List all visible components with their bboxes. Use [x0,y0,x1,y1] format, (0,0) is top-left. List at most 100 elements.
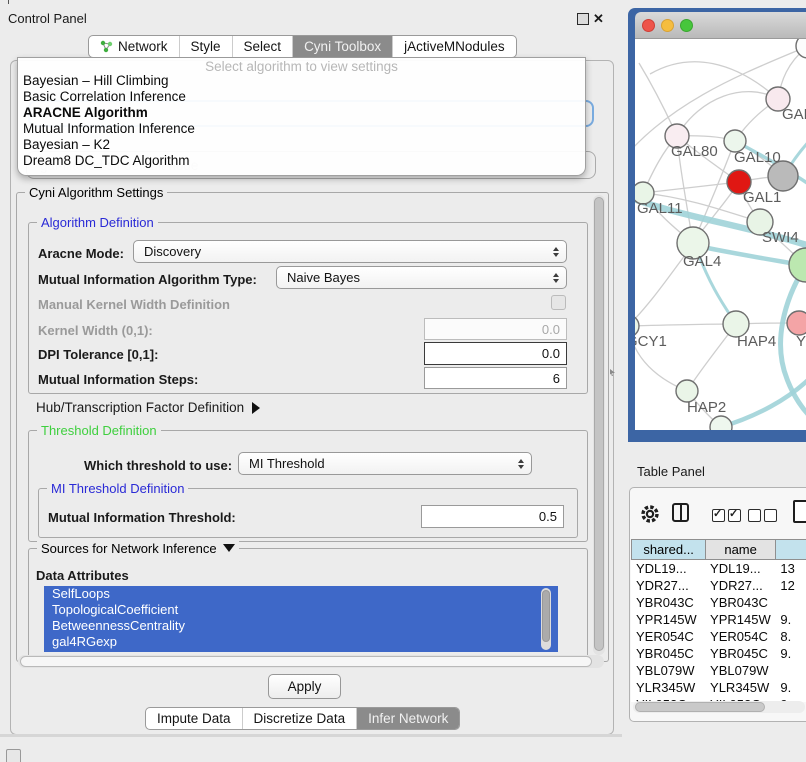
node-label: GAL4 [683,253,721,270]
close-traffic-light-icon[interactable] [642,19,655,32]
table-cell: 9. [775,680,806,695]
node-label: GAL10 [734,149,781,166]
table-cell: YLR345W [631,680,705,695]
aracne-mode-label: Aracne Mode: [38,246,124,261]
float-panel-icon[interactable] [577,13,589,25]
hub-definition-expander[interactable]: Hub/Transcription Factor Definition [36,400,260,415]
minimize-traffic-light-icon[interactable] [661,19,674,32]
attribute-item-betweennesscentrality[interactable]: BetweennessCentrality [44,618,558,634]
attribute-item-gal4rgexp[interactable]: gal4RGexp [44,634,558,650]
node-label: GAL80 [671,143,718,160]
kernel-width-field[interactable]: 0.0 [424,318,567,340]
document-icon[interactable] [793,500,806,523]
bottom-tab-discretize-data[interactable]: Discretize Data [242,708,357,729]
dpi-tolerance-field[interactable]: 0.0 [424,342,567,365]
close-panel-icon[interactable]: ✕ [593,11,604,27]
bottom-tab-impute-data[interactable]: Impute Data [146,708,242,729]
algorithm-item-bayesian-k2[interactable]: Bayesian – K2 [18,137,585,153]
which-threshold-value: MI Threshold [249,456,325,471]
tab-cyni-toolbox[interactable]: Cyni Toolbox [292,36,392,57]
zoom-traffic-light-icon[interactable] [680,19,693,32]
mi-type-combo[interactable]: Naive Bayes [276,266,567,289]
bottom-tab-infer-network[interactable]: Infer Network [356,708,459,729]
mi-steps-field[interactable]: 6 [424,367,567,389]
node-label: HAP2 [687,399,726,416]
table-cell: 12 [775,578,806,593]
attributes-list-scrollbar[interactable] [541,588,551,650]
minimized-panel-icon[interactable] [6,749,21,762]
which-threshold-combo[interactable]: MI Threshold [238,452,532,475]
apply-button[interactable]: Apply [268,674,341,699]
table-cell: YBR043C [705,595,775,610]
tab-label: Infer Network [368,711,448,726]
algorithm-item-mutual-information-inference[interactable]: Mutual Information Inference [18,121,585,137]
table-cell: 8. [775,629,806,644]
unchecked-columns-icon[interactable] [748,509,780,527]
algorithm-item-aracne-algorithm[interactable]: ARACNE Algorithm [18,105,585,121]
algorithm-dropdown-placeholder: Select algorithm to view settings [18,58,585,73]
network-node[interactable] [710,416,732,430]
aracne-mode-combo[interactable]: Discovery [133,240,567,263]
app-screen: Control Panel ✕ NetworkStyleSelectCyni T… [0,0,806,762]
table-row[interactable]: YDR27...YDR27...12 [631,577,806,594]
table-horizontal-scrollbar[interactable] [633,701,805,713]
mi-threshold-field[interactable]: 0.5 [421,505,564,528]
bottom-tabbar: Impute Data Discretize Data Infer Network [145,707,460,730]
column-header-shared[interactable]: shared... [632,540,705,559]
table-cell: YDR27... [705,578,775,593]
algorithm-list: Bayesian – Hill ClimbingBasic Correlatio… [18,73,585,169]
algorithm-dropdown-overlay: Select algorithm to view settings Bayesi… [17,57,586,176]
column-header-name[interactable]: name [705,540,775,559]
collapse-down-icon [223,544,235,552]
aracne-mode-value: Discovery [144,244,201,259]
table-cell: YBR045C [631,646,705,661]
mi-threshold-label: Mutual Information Threshold: [48,510,236,525]
network-canvas[interactable]: GALGAL80GAL10GAL1GAL11SWI4GAL4GCY1HAP4YH… [635,39,806,430]
settings-horizontal-scrollbar[interactable] [18,655,604,668]
tab-select[interactable]: Select [232,36,293,57]
table-row[interactable]: YPR145WYPR145W9. [631,611,806,628]
algorithm-item-dream8-dc-tdc-algorithm[interactable]: Dream8 DC_TDC Algorithm [18,153,585,169]
manual-kernel-checkbox[interactable] [551,295,566,310]
algorithm-item-basic-correlation-inference[interactable]: Basic Correlation Inference [18,89,585,105]
sources-group-title[interactable]: Sources for Network Inference [37,541,239,556]
network-graph[interactable]: GALGAL80GAL10GAL1GAL11SWI4GAL4GCY1HAP4YH… [635,39,806,430]
tab-label: Style [191,39,221,54]
mi-type-value: Naive Bayes [287,270,360,285]
column-header-extra[interactable] [775,540,806,559]
checked-columns-icon[interactable] [712,509,744,527]
network-window[interactable]: GALGAL80GAL10GAL1GAL11SWI4GAL4GCY1HAP4YH… [628,8,806,442]
which-threshold-label: Which threshold to use: [84,458,232,473]
network-edge [677,92,778,136]
table-cell: YBL079W [631,663,705,678]
table-cell: YBL079W [705,663,775,678]
table-row[interactable]: YDL19...YDL19...13 [631,560,806,577]
data-attributes-label: Data Attributes [36,568,129,583]
table-row[interactable]: YER054CYER054C8. [631,628,806,645]
tab-network[interactable]: Network [89,36,179,57]
threshold-definition-title: Threshold Definition [37,423,161,438]
table-row[interactable]: YBR045CYBR045C9. [631,645,806,662]
network-node[interactable] [789,248,806,282]
expand-right-icon [252,402,260,414]
algorithm-definition-title: Algorithm Definition [37,215,158,230]
network-node-y[interactable] [787,311,806,335]
attribute-item-topologicalcoefficient[interactable]: TopologicalCoefficient [44,602,558,618]
table-row[interactable]: YBR043CYBR043C [631,594,806,611]
manual-kernel-label: Manual Kernel Width Definition [38,297,230,312]
algorithm-item-bayesian-hill-climbing[interactable]: Bayesian – Hill Climbing [18,73,585,89]
table-row[interactable]: YBL079WYBL079W [631,662,806,679]
table-cell: YER054C [631,629,705,644]
split-pane-icon[interactable] [672,503,689,522]
tab-label: Cyni Toolbox [304,39,381,54]
settings-vertical-scrollbar[interactable] [593,195,605,655]
stepper-arrows-icon [553,247,559,257]
tab-jactivemnodules[interactable]: jActiveMNodules [392,36,516,57]
gear-icon[interactable] [640,504,660,524]
tab-label: Impute Data [157,711,231,726]
attribute-item-selfloops[interactable]: SelfLoops [44,586,558,602]
tab-style[interactable]: Style [179,36,232,57]
table-row[interactable]: YLR345WYLR345W9. [631,679,806,696]
control-panel-tabbar: Network Style Select Cyni Toolbox jActiveMNo… [88,35,517,58]
network-window-titlebar[interactable] [635,12,806,39]
